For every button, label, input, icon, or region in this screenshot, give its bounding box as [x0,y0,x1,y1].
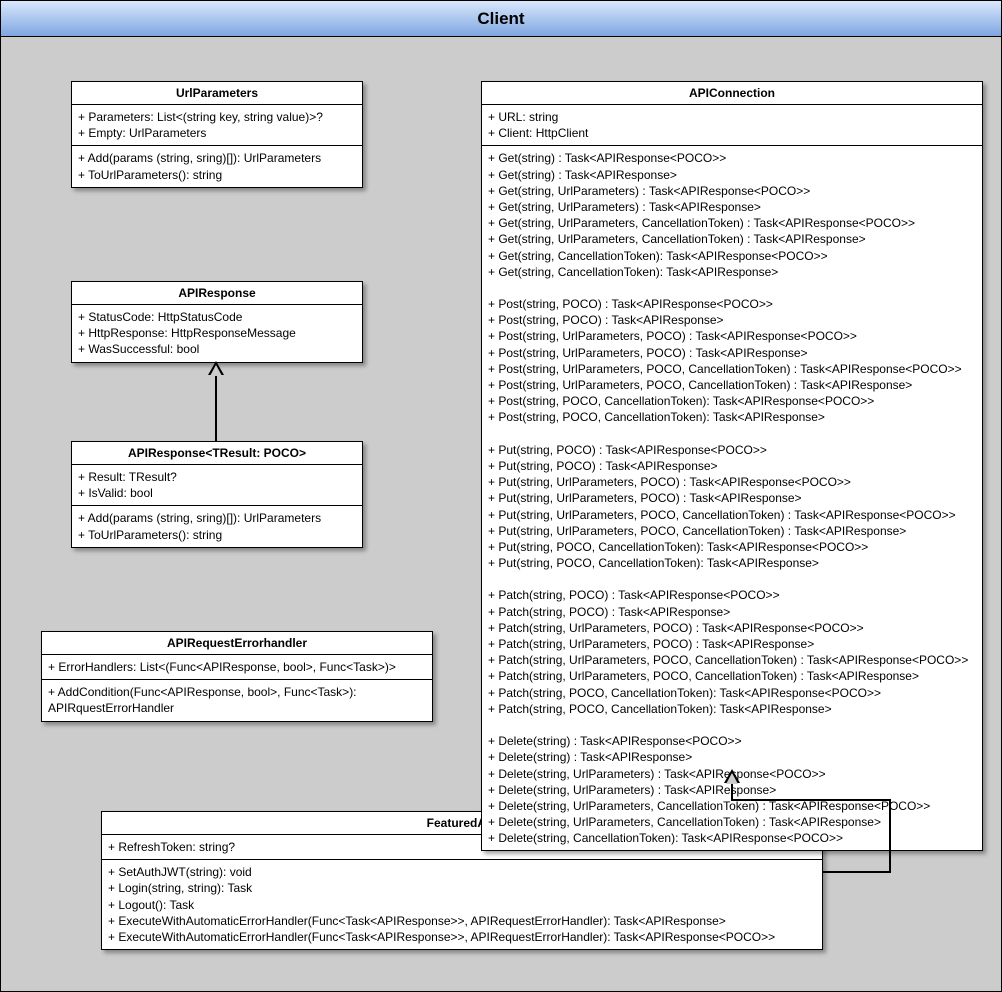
class-title: APIResponse<TResult: POCO> [72,442,362,465]
class-title: APIConnection [482,82,982,105]
package-client: Client UrlParameters + Parameters: List<… [0,0,1002,992]
inheritance-edge [731,799,891,801]
package-title: Client [1,1,1001,37]
class-title: APIResponse [72,282,362,305]
class-api-connection: APIConnection + URL: string+ Client: Htt… [481,81,983,851]
class-operations: + SetAuthJWT(string): void+ Login(string… [102,860,822,949]
class-api-response-generic: APIResponse<TResult: POCO> + Result: TRe… [71,441,363,548]
class-operations: + Add(params (string, sring)[]): UrlPara… [72,146,362,186]
inheritance-edge [215,375,217,441]
class-attributes: + StatusCode: HttpStatusCode+ HttpRespon… [72,305,362,362]
class-attributes: + ErrorHandlers: List<(Func<APIResponse,… [42,655,432,680]
class-attributes: + URL: string+ Client: HttpClient [482,105,982,146]
inheritance-edge [889,799,891,873]
class-title: UrlParameters [72,82,362,105]
class-operations: + Get(string) : Task<APIResponse<POCO>>+… [482,146,982,850]
class-api-response: APIResponse + StatusCode: HttpStatusCode… [71,281,363,363]
class-operations: + Add(params (string, sring)[]): UrlPara… [72,506,362,546]
class-attributes: + Result: TResult?+ IsValid: bool [72,465,362,506]
class-url-parameters: UrlParameters + Parameters: List<(string… [71,81,363,188]
inheritance-edge [823,871,891,873]
class-attributes: + Parameters: List<(string key, string v… [72,105,362,146]
inheritance-edge [731,783,733,801]
class-title: APIRequestErrorhandler [42,632,432,655]
class-api-request-error-handler: APIRequestErrorhandler + ErrorHandlers: … [41,631,433,722]
inheritance-arrowhead-fill [726,773,738,784]
class-operations: + AddCondition(Func<APIResponse, bool>, … [42,680,432,720]
inheritance-arrowhead-fill [210,365,222,376]
